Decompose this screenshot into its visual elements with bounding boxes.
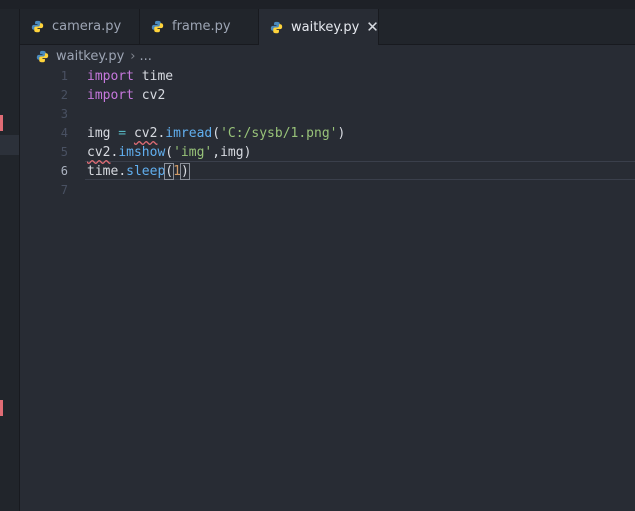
- function-name: sleep: [126, 164, 166, 179]
- variable: img: [87, 126, 111, 141]
- line-number-gutter: 1 2 3 4 5 6 7: [20, 67, 68, 200]
- python-icon: [31, 20, 44, 33]
- operator: =: [110, 126, 134, 141]
- paren: ): [337, 126, 346, 141]
- line-number: 2: [60, 88, 68, 102]
- tab-frame-py[interactable]: frame.py: [140, 9, 259, 44]
- tab-label: camera.py: [52, 19, 122, 34]
- code-line[interactable]: [87, 181, 635, 200]
- tab-waitkey-py[interactable]: waitkey.py ✕: [259, 9, 379, 45]
- code-line[interactable]: [87, 105, 635, 124]
- python-icon: [36, 50, 49, 62]
- line-number: 3: [60, 107, 68, 121]
- string-literal: 'img': [173, 145, 213, 160]
- keyword: import: [87, 88, 134, 103]
- code-line[interactable]: cv2.imshow('img',img): [87, 143, 635, 162]
- tab-label: waitkey.py: [291, 19, 360, 35]
- line-number: 5: [60, 145, 68, 159]
- module-name: time: [133, 69, 174, 84]
- breadcrumb-symbols[interactable]: ...: [140, 49, 152, 64]
- paren: (: [165, 145, 174, 160]
- code-line[interactable]: import cv2: [87, 86, 635, 105]
- argument: ,img: [212, 145, 244, 160]
- error-token: cv2: [133, 126, 158, 141]
- number-literal: 1: [173, 164, 181, 179]
- sidebar-selected-row[interactable]: [0, 135, 19, 155]
- python-icon: [151, 20, 164, 33]
- line-number: 4: [60, 126, 68, 140]
- tab-camera-py[interactable]: camera.py: [20, 9, 140, 44]
- module-name: time: [87, 164, 119, 179]
- chevron-right-icon: ›: [130, 48, 136, 64]
- code-line[interactable]: time.sleep(1): [87, 162, 635, 181]
- line-number: 6: [60, 164, 68, 178]
- module-name: cv2: [133, 88, 166, 103]
- matched-bracket: (: [164, 163, 175, 180]
- close-icon[interactable]: ✕: [366, 19, 379, 35]
- matched-bracket: ): [179, 163, 190, 180]
- error-marker: [0, 400, 3, 416]
- breadcrumb-file[interactable]: waitkey.py: [56, 49, 124, 64]
- tab-bar: camera.py frame.py waitkey.py ✕: [20, 9, 635, 45]
- paren: (: [212, 126, 221, 141]
- paren: ): [243, 145, 252, 160]
- python-icon: [270, 21, 283, 33]
- sidebar: [0, 9, 20, 511]
- function-name: imread: [165, 126, 213, 141]
- code-line[interactable]: img = cv2.imread('C:/sysb/1.png'): [87, 124, 635, 143]
- keyword: import: [87, 69, 134, 84]
- dot: .: [118, 164, 127, 179]
- tab-label: frame.py: [172, 19, 231, 34]
- code-line[interactable]: import time: [87, 67, 635, 86]
- error-token: cv2: [87, 145, 111, 160]
- title-strip: [0, 0, 635, 9]
- string-literal: 'C:/sysb/1.png': [220, 126, 338, 141]
- breadcrumb: waitkey.py › ...: [20, 45, 635, 67]
- code-editor[interactable]: import time import cv2 img = cv2.imread(…: [87, 67, 635, 200]
- function-name: imshow: [118, 145, 166, 160]
- error-marker: [0, 115, 3, 131]
- line-number: 7: [60, 183, 68, 197]
- line-number: 1: [60, 69, 68, 83]
